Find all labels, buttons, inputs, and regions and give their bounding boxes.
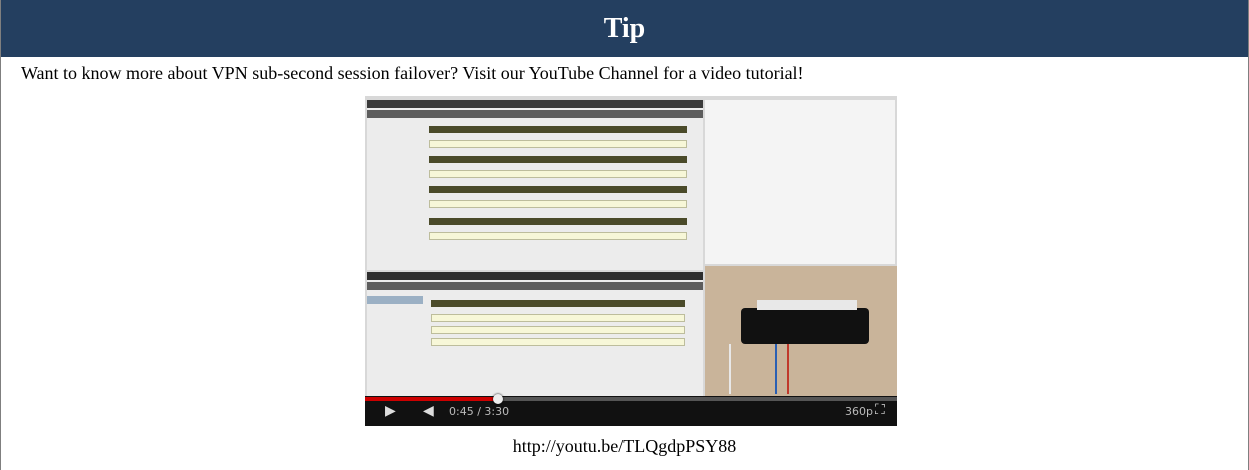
tip-header: Tip xyxy=(1,0,1248,57)
volume-icon[interactable]: ◀ xyxy=(423,403,434,419)
tip-box: Tip Want to know more about VPN sub-seco… xyxy=(0,0,1249,470)
tip-title: Tip xyxy=(603,12,646,44)
video-pane-top-left xyxy=(367,100,703,270)
video-quality[interactable]: 360p xyxy=(845,405,873,418)
video-progress-fill xyxy=(365,397,498,401)
video-time: 0:45 / 3:30 xyxy=(449,405,510,418)
video-pane-bottom-left xyxy=(367,272,703,396)
video-pane-bottom-right xyxy=(705,266,897,396)
play-icon[interactable]: ▶ xyxy=(385,403,396,419)
video-pane-top-right xyxy=(705,100,895,264)
video-link[interactable]: http://youtu.be/TLQgdpPSY88 xyxy=(1,436,1248,457)
video-frame[interactable] xyxy=(365,96,897,396)
video-player[interactable]: ▶ ◀ 0:45 / 3:30 360p ⛶ xyxy=(365,96,897,426)
video-progress-handle[interactable] xyxy=(493,394,503,404)
tip-message: Want to know more about VPN sub-second s… xyxy=(21,63,804,83)
fullscreen-icon[interactable]: ⛶ xyxy=(875,402,885,418)
